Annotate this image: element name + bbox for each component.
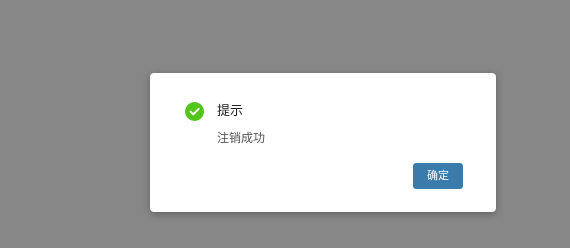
ok-button[interactable]: 确定 [413, 163, 463, 189]
dialog-title: 提示 [217, 104, 244, 119]
check-circle-icon [185, 102, 204, 121]
dialog-message: 注销成功 [217, 131, 266, 145]
confirm-dialog: 提示 注销成功 确定 [150, 73, 496, 212]
